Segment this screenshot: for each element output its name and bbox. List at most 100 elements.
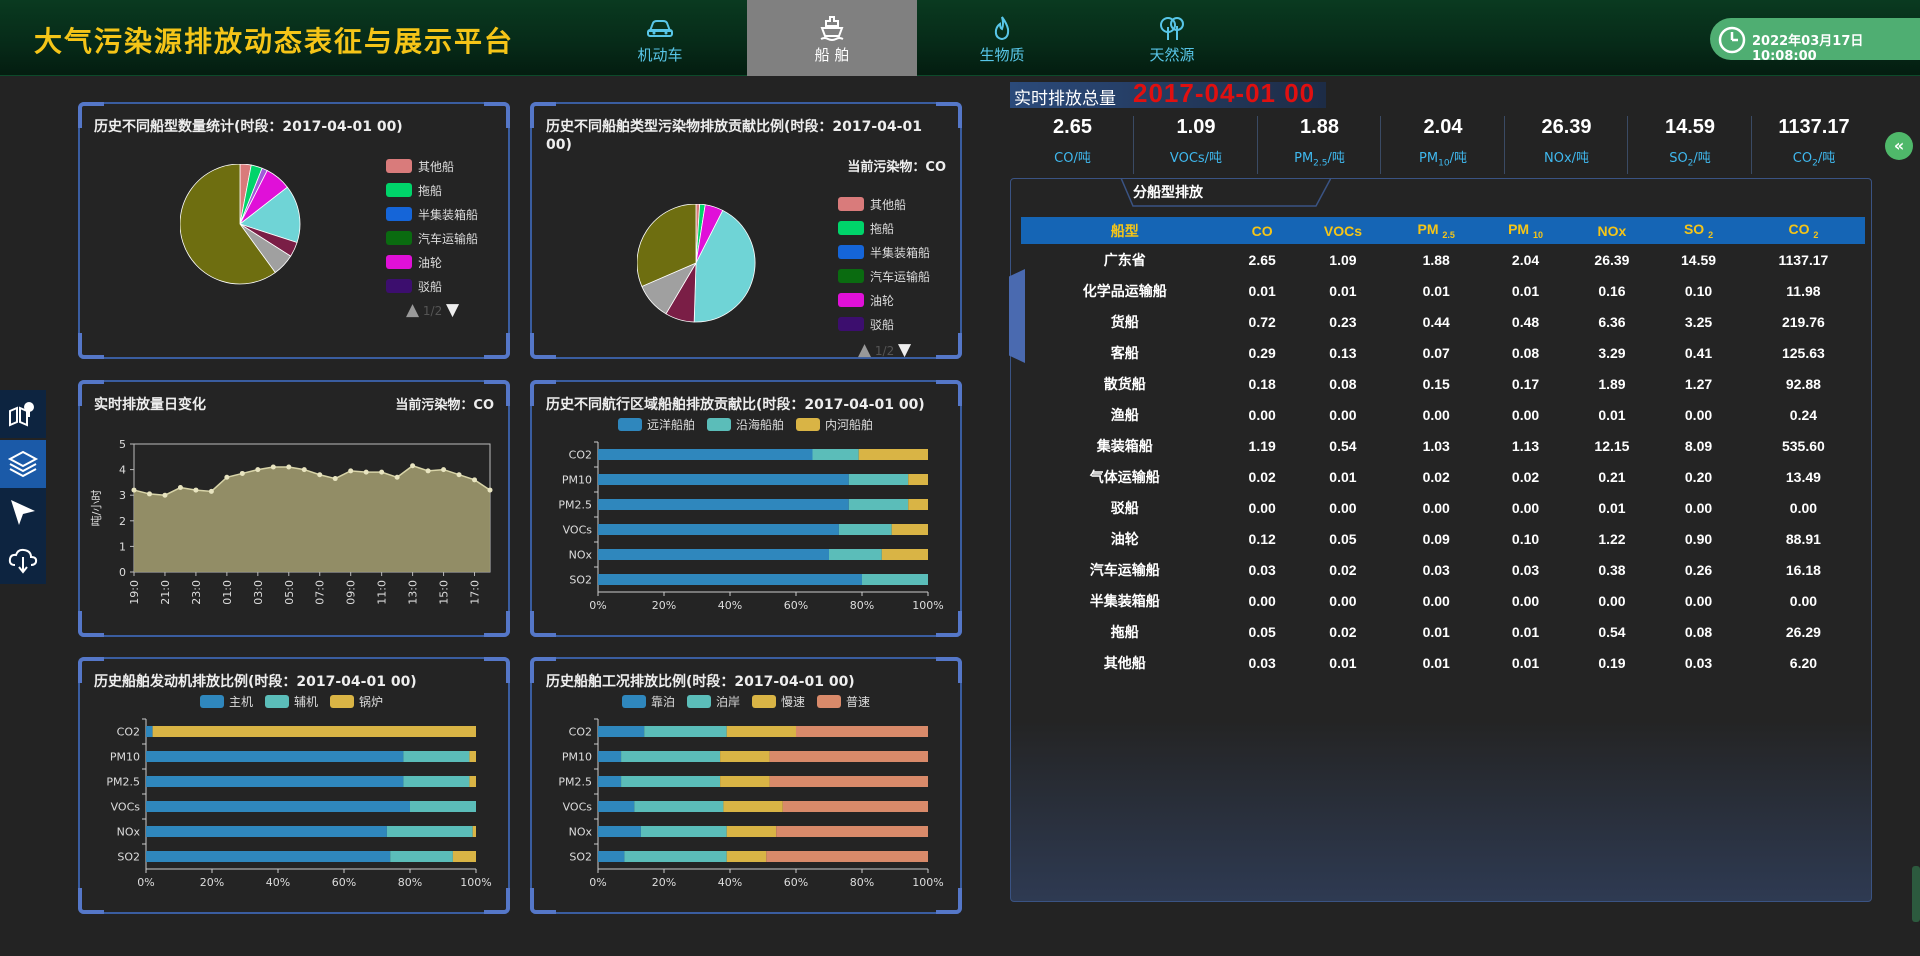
legend-item[interactable]: 汽车运输船 [838,264,930,288]
bar-segment[interactable] [848,499,909,510]
data-point[interactable] [317,472,323,478]
data-point[interactable] [348,468,354,474]
legend-item[interactable]: 汽车运输船 [386,226,478,250]
table-row[interactable]: 货船 0.72 0.23 0.44 0.48 6.36 3.25 219.76 [1021,306,1865,337]
legend-item[interactable]: 半集装箱船 [386,202,478,226]
bar-segment[interactable] [598,574,862,585]
bar-segment[interactable] [598,499,849,510]
legend-item[interactable]: 驳船 [838,312,930,336]
bar-segment[interactable] [152,726,476,737]
legend-item[interactable]: 其他船 [838,192,930,216]
bar-segment[interactable] [469,776,476,787]
legend-item[interactable]: 半集装箱船 [838,240,930,264]
page-down-icon[interactable]: ▼ [446,300,459,320]
bar-segment[interactable] [146,851,391,862]
bar-segment[interactable] [862,574,928,585]
data-point[interactable] [332,476,338,482]
bar-segment[interactable] [598,851,625,862]
bar-segment[interactable] [634,801,724,812]
data-point[interactable] [193,487,199,493]
bar-segment[interactable] [723,801,783,812]
tab-by-ship-type[interactable]: 分船型排放 [1071,178,1331,208]
bar-segment[interactable] [598,449,813,460]
data-point[interactable] [410,463,416,469]
bar-segment[interactable] [908,474,928,485]
table-row[interactable]: 驳船 0.00 0.00 0.00 0.00 0.01 0.00 0.00 [1021,492,1865,523]
bar-segment[interactable] [403,751,470,762]
page-up-icon[interactable]: ▲ [406,300,419,320]
bar-segment[interactable] [720,776,770,787]
table-row[interactable]: 半集装箱船 0.00 0.00 0.00 0.00 0.00 0.00 0.00 [1021,585,1865,616]
data-point[interactable] [363,469,369,475]
bar-segment[interactable] [598,474,849,485]
data-point[interactable] [394,474,400,480]
bar-segment[interactable] [848,474,909,485]
bar-segment[interactable] [838,524,892,535]
bar-segment[interactable] [726,826,777,837]
data-point[interactable] [162,492,168,498]
bar-segment[interactable] [146,726,153,737]
data-point[interactable] [301,467,307,473]
bar-segment[interactable] [766,851,928,862]
data-point[interactable] [425,468,431,474]
bar-segment[interactable] [621,751,721,762]
bar-segment[interactable] [726,851,767,862]
bar-segment[interactable] [640,826,727,837]
table-row[interactable]: 散货船 0.18 0.08 0.15 0.17 1.89 1.27 92.88 [1021,368,1865,399]
bar-segment[interactable] [598,751,622,762]
nav-tab-biomass[interactable]: 生物质 [917,0,1087,76]
page-up-icon[interactable]: ▲ [858,340,871,360]
bar-segment[interactable] [469,751,476,762]
legend-item[interactable]: 油轮 [838,288,930,312]
bar-segment[interactable] [410,801,476,812]
nav-tab-vehicle[interactable]: 机动车 [575,0,745,76]
legend-item[interactable]: 其他船 [386,154,478,178]
data-point[interactable] [472,477,478,483]
legend-item[interactable]: 拖船 [386,178,478,202]
column-header[interactable]: VOCs [1295,217,1391,244]
bar-segment[interactable] [452,851,476,862]
table-row[interactable]: 化学品运输船 0.01 0.01 0.01 0.01 0.16 0.10 11.98 [1021,275,1865,306]
table-row[interactable]: 气体运输船 0.02 0.01 0.02 0.02 0.21 0.20 13.49 [1021,461,1865,492]
scroll-handle[interactable] [1912,866,1920,922]
bar-segment[interactable] [776,826,928,837]
bar-segment[interactable] [403,776,470,787]
bar-segment[interactable] [812,449,859,460]
cloud-download-tool[interactable] [0,536,46,584]
column-header[interactable]: PM 2.5 [1390,217,1483,244]
table-row[interactable]: 油轮 0.12 0.05 0.09 0.10 1.22 0.90 88.91 [1021,523,1865,554]
layers-tool[interactable] [0,440,46,488]
data-point[interactable] [286,464,292,470]
bar-segment[interactable] [858,449,928,460]
legend-item[interactable]: 油轮 [386,250,478,274]
bar-segment[interactable] [621,776,721,787]
nav-tab-ship[interactable]: 船 舶 [747,0,917,76]
data-point[interactable] [239,470,245,476]
bar-segment[interactable] [908,499,928,510]
map-pin-tool[interactable] [0,390,46,438]
column-header[interactable]: 船型 [1021,217,1229,244]
bar-segment[interactable] [782,801,928,812]
data-point[interactable] [224,474,230,480]
data-point[interactable] [487,487,493,493]
bar-segment[interactable] [146,751,404,762]
bar-segment[interactable] [146,801,410,812]
bar-segment[interactable] [598,826,641,837]
legend-item[interactable]: 驳船 [386,274,478,298]
data-point[interactable] [255,467,261,473]
legend-item[interactable]: 拖船 [838,216,930,240]
bar-segment[interactable] [891,524,928,535]
bar-segment[interactable] [146,776,404,787]
column-header[interactable]: CO [1228,217,1296,244]
column-header[interactable]: SO 2 [1655,217,1742,244]
table-row[interactable]: 广东省 2.65 1.09 1.88 2.04 26.39 14.59 1137.17 [1021,244,1865,275]
bar-segment[interactable] [881,549,928,560]
page-down-icon[interactable]: ▼ [898,340,911,360]
table-row[interactable]: 汽车运输船 0.03 0.02 0.03 0.03 0.38 0.26 16.18 [1021,554,1865,585]
bar-segment[interactable] [598,726,645,737]
bar-segment[interactable] [146,826,387,837]
table-row[interactable]: 拖船 0.05 0.02 0.01 0.01 0.54 0.08 26.29 [1021,616,1865,647]
bar-segment[interactable] [598,524,839,535]
data-point[interactable] [131,487,137,493]
bar-segment[interactable] [769,751,928,762]
